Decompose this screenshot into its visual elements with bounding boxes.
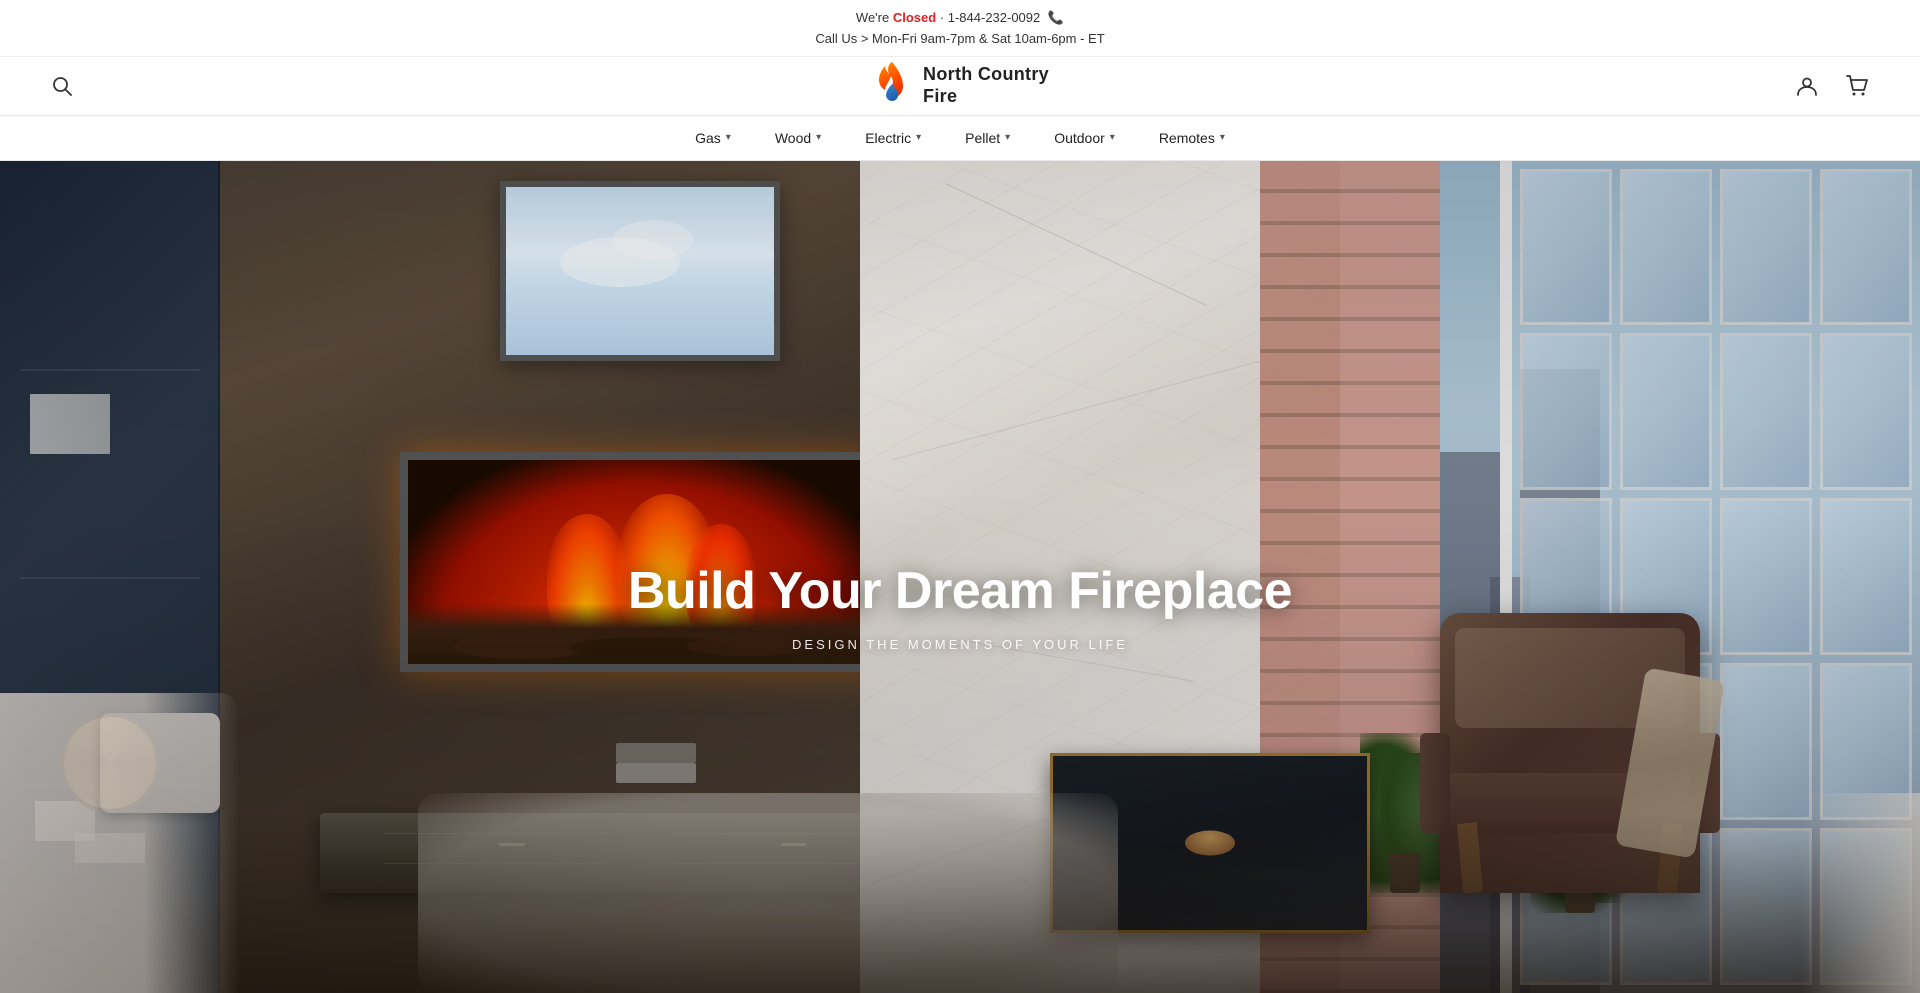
header-left <box>48 72 76 100</box>
header: North Country Fire <box>0 57 1920 116</box>
nav-item-wood[interactable]: Wood ▾ <box>753 116 843 160</box>
hero-subtitle: DESIGN THE MOMENTS OF YOUR LIFE <box>628 637 1292 652</box>
main-nav: Gas ▾ Wood ▾ Electric ▾ Pellet ▾ Outdoor… <box>0 116 1920 161</box>
nav-item-gas[interactable]: Gas ▾ <box>673 116 753 160</box>
chevron-down-icon: ▾ <box>1005 132 1010 143</box>
announcement-hours: Call Us > Mon-Fri 9am-7pm & Sat 10am-6pm… <box>0 29 1920 50</box>
account-button[interactable] <box>1792 71 1822 101</box>
announcement-separator: · <box>936 10 948 25</box>
nav-wood-label: Wood <box>775 130 811 146</box>
announcement-phone: 1-844-232-0092 <box>948 10 1041 25</box>
nav-item-electric[interactable]: Electric ▾ <box>843 116 943 160</box>
nav-item-pellet[interactable]: Pellet ▾ <box>943 116 1032 160</box>
chevron-down-icon: ▾ <box>916 132 921 143</box>
nav-item-remotes[interactable]: Remotes ▾ <box>1137 116 1247 160</box>
chevron-down-icon: ▾ <box>1220 132 1225 143</box>
chevron-down-icon: ▾ <box>816 132 821 143</box>
logo-flame-icon <box>871 60 913 112</box>
nav-outdoor-label: Outdoor <box>1054 130 1105 146</box>
cart-icon <box>1846 75 1868 97</box>
hero-content: Build Your Dream Fireplace DESIGN THE MO… <box>628 561 1292 652</box>
announcement-prefix: We're <box>856 10 893 25</box>
nav-gas-label: Gas <box>695 130 721 146</box>
cart-button[interactable] <box>1842 71 1872 101</box>
nav-remotes-label: Remotes <box>1159 130 1215 146</box>
phone-icon: 📞 <box>1048 8 1064 29</box>
hero-section: Build Your Dream Fireplace DESIGN THE MO… <box>0 161 1920 993</box>
announcement-bar: We're Closed · 1-844-232-0092 📞 Call Us … <box>0 0 1920 57</box>
nav-item-outdoor[interactable]: Outdoor ▾ <box>1032 116 1137 160</box>
header-right <box>1792 71 1872 101</box>
nav-pellet-label: Pellet <box>965 130 1000 146</box>
announcement-status: Closed <box>893 10 936 25</box>
chevron-down-icon: ▾ <box>726 132 731 143</box>
hero-title: Build Your Dream Fireplace <box>628 561 1292 621</box>
logo-text: North Country Fire <box>923 64 1049 107</box>
account-icon <box>1796 75 1818 97</box>
logo-link[interactable]: North Country Fire <box>871 60 1049 112</box>
nav-electric-label: Electric <box>865 130 911 146</box>
announcement-status-line: We're Closed · 1-844-232-0092 📞 <box>0 8 1920 29</box>
chevron-down-icon: ▾ <box>1110 132 1115 143</box>
brand-sub: Fire <box>923 86 1049 108</box>
search-icon <box>52 76 72 96</box>
search-button[interactable] <box>48 72 76 100</box>
brand-name: North Country <box>923 64 1049 86</box>
